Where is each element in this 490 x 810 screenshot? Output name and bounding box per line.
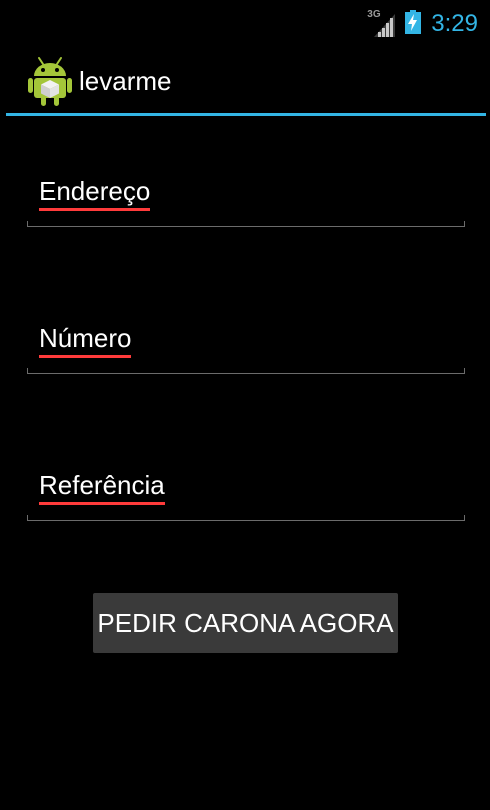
number-field-underline [27,368,465,374]
reference-spellcheck-underline [39,502,165,505]
address-spellcheck-underline [39,208,151,211]
status-bar: 3G 3:29 [0,0,490,48]
action-bar: levarme [0,48,490,114]
network-type-label: 3G [367,9,381,20]
android-icon[interactable] [28,56,72,106]
number-spellcheck-underline [39,355,132,358]
number-field-text: Número [39,322,132,358]
reference-field[interactable]: Referência [27,461,465,521]
clock: 3:29 [431,10,478,37]
action-bar-divider [6,113,486,116]
battery-charging-icon [405,10,422,38]
number-field[interactable]: Número [27,314,465,374]
address-field-text: Endereço [39,175,151,211]
status-icons: 3G 3:29 [367,0,478,48]
reference-field-underline [27,515,465,521]
address-field[interactable]: Endereço [27,167,465,227]
app-title: levarme [79,66,172,96]
request-ride-button[interactable]: PEDIR CARONA AGORA [93,593,398,653]
number-field-value: Número [39,323,132,353]
reference-field-text: Referência [39,469,165,505]
address-field-underline [27,221,465,227]
signal-icon: 3G [367,10,397,38]
reference-field-value: Referência [39,470,165,500]
address-field-value: Endereço [39,176,151,206]
